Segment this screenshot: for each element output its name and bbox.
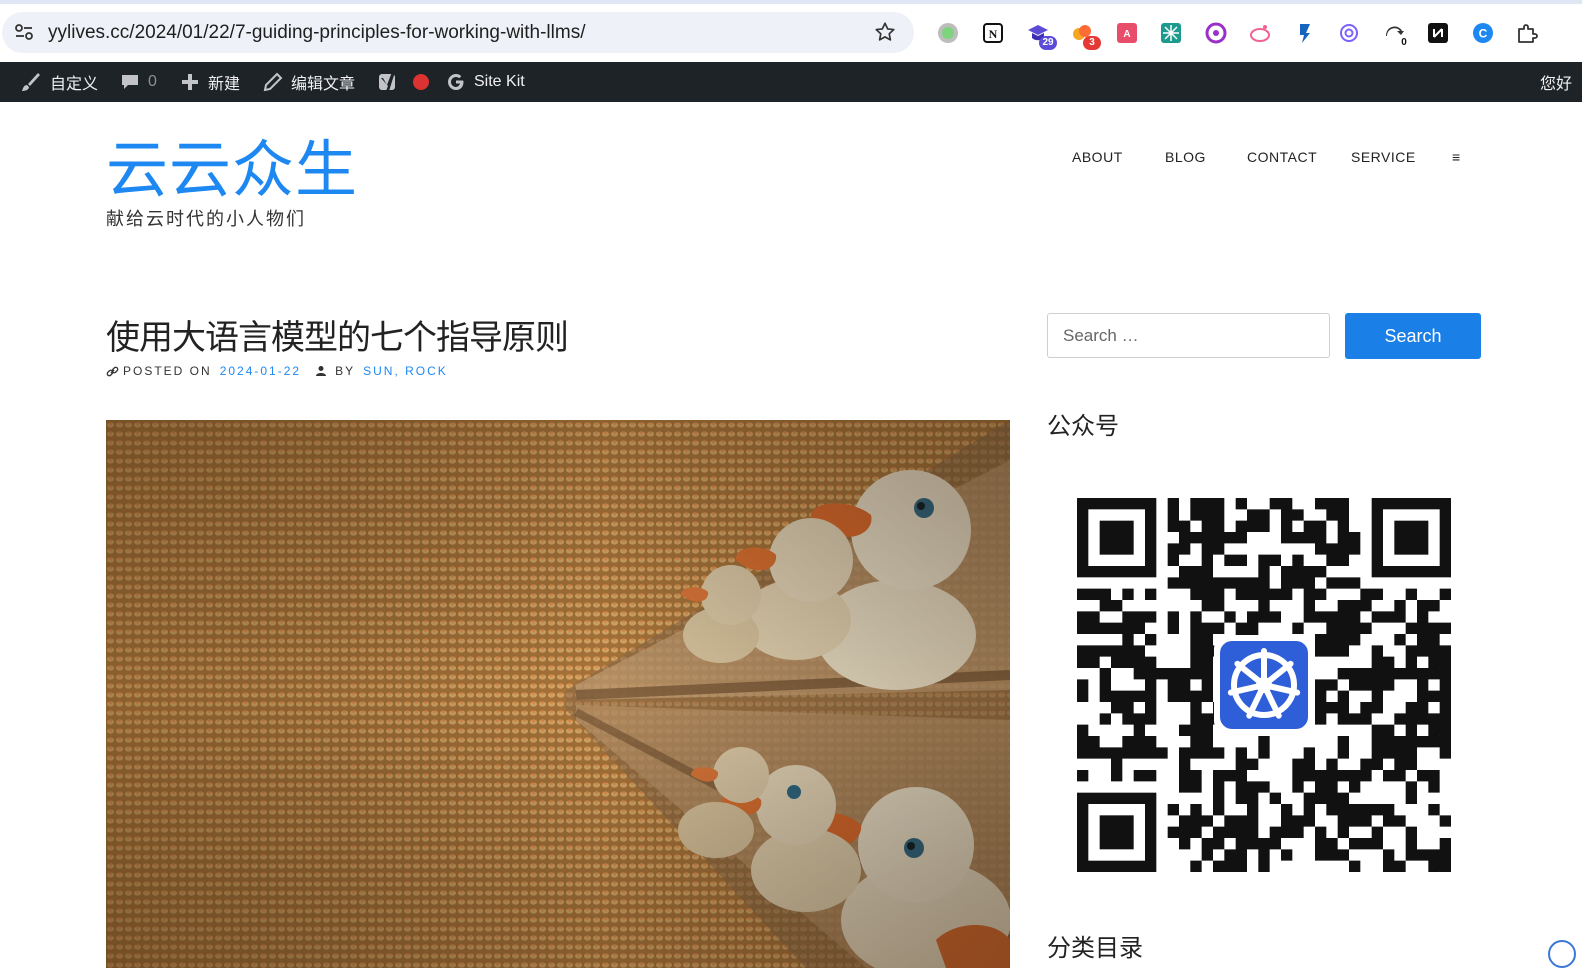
plus-icon [182,74,198,90]
yoast-menu[interactable] [378,62,430,102]
extension-badge: 0 [1401,37,1407,48]
purple-circle-extension-icon[interactable] [1205,22,1227,44]
search-button[interactable]: Search [1345,313,1481,359]
grid-extension-icon[interactable] [1160,22,1182,44]
google-g-icon [448,74,464,90]
site-title[interactable]: 云云众生 [106,132,358,208]
blue-arrow-extension-icon[interactable] [1294,22,1316,44]
author-icon [316,366,327,376]
search-input[interactable] [1047,313,1330,358]
pencil-icon [263,72,283,92]
openai-extension-icon[interactable] [1338,22,1360,44]
blue-c-extension-icon[interactable]: C [1472,22,1494,44]
kubernetes-logo-icon [1214,635,1314,735]
nav-more-menu-icon[interactable]: ≡ [1452,149,1461,165]
brush-icon [22,73,40,91]
nav-service[interactable]: SERVICE [1351,149,1416,165]
link-icon [106,366,119,376]
seo-status-dot-icon [413,74,429,90]
nav-about[interactable]: ABOUT [1072,149,1123,165]
edit-post-menu[interactable]: 编辑文章 [263,62,355,102]
translate-extension-icon[interactable]: A [1116,22,1138,44]
wechat-qr-code [1077,498,1451,872]
url-text[interactable]: yylives.cc/2024/01/22/7-guiding-principl… [48,22,585,44]
svg-text:A: A [1123,29,1130,40]
yoast-icon [379,72,395,91]
edit-post-label: 编辑文章 [291,76,356,93]
post-authors-link[interactable]: SUN, ROCK [363,364,448,378]
qr-finder-pattern [1077,498,1157,578]
by-label: BY [335,364,356,378]
extension-badge: 3 [1083,36,1101,50]
site-info-icon[interactable] [14,22,34,42]
qr-finder-pattern [1077,792,1157,872]
post-title: 使用大语言模型的七个指导原则 [106,318,569,358]
categories-widget-title: 分类目录 [1047,934,1143,962]
svg-text:C: C [1479,27,1488,41]
comments-menu[interactable]: 0 [120,62,157,102]
site-tagline: 献给云时代的小人物们 [106,209,306,230]
puzzle-extension-icon[interactable] [1516,22,1538,44]
dark-square-extension-icon[interactable] [1427,22,1449,44]
wechat-widget-title: 公众号 [1047,412,1119,440]
bookmark-star-icon[interactable] [874,21,896,43]
customize-label: 自定义 [50,76,99,93]
new-content-menu[interactable]: 新建 [180,62,240,102]
cursor-extension-icon[interactable]: 0 [1383,22,1407,48]
greeting-label: 您好 [1540,76,1573,93]
wp-admin-bar: 自定义 0 新建 编辑文章 Site Kit 您好 [0,62,1582,102]
status-dot-extension-icon[interactable] [937,22,959,44]
site-kit-label: Site Kit [474,73,525,90]
customize-menu[interactable]: 自定义 [20,62,98,102]
post-meta: POSTED ON 2024-01-22 BY SUN, ROCK [106,364,448,378]
qr-finder-pattern [1371,498,1451,578]
featured-image-rubber-ducks [106,420,1010,968]
nav-blog[interactable]: BLOG [1165,149,1206,165]
nav-contact[interactable]: CONTACT [1247,149,1317,165]
extension-badge: 29 [1039,36,1057,50]
new-label: 新建 [208,76,241,93]
svg-text:N: N [989,27,998,41]
comment-bubble-icon [122,75,138,89]
tab-strip [0,0,1582,4]
account-menu[interactable]: 您好 [1540,62,1572,102]
notion-extension-icon[interactable]: N [982,22,1004,44]
graduation-cap-extension-icon[interactable]: 29 [1027,22,1057,50]
posted-on-label: POSTED ON [123,364,212,378]
floating-helper-icon[interactable] [1548,940,1576,968]
weibo-extension-icon[interactable] [1249,22,1271,44]
site-kit-menu[interactable]: Site Kit [446,62,525,102]
browser-toolbar: yylives.cc/2024/01/22/7-guiding-principl… [0,0,1582,62]
address-bar[interactable]: yylives.cc/2024/01/22/7-guiding-principl… [2,12,914,53]
comments-count: 0 [148,73,157,90]
post-date-link[interactable]: 2024-01-22 [220,364,301,378]
cloud-extension-icon[interactable]: 3 [1071,22,1101,50]
